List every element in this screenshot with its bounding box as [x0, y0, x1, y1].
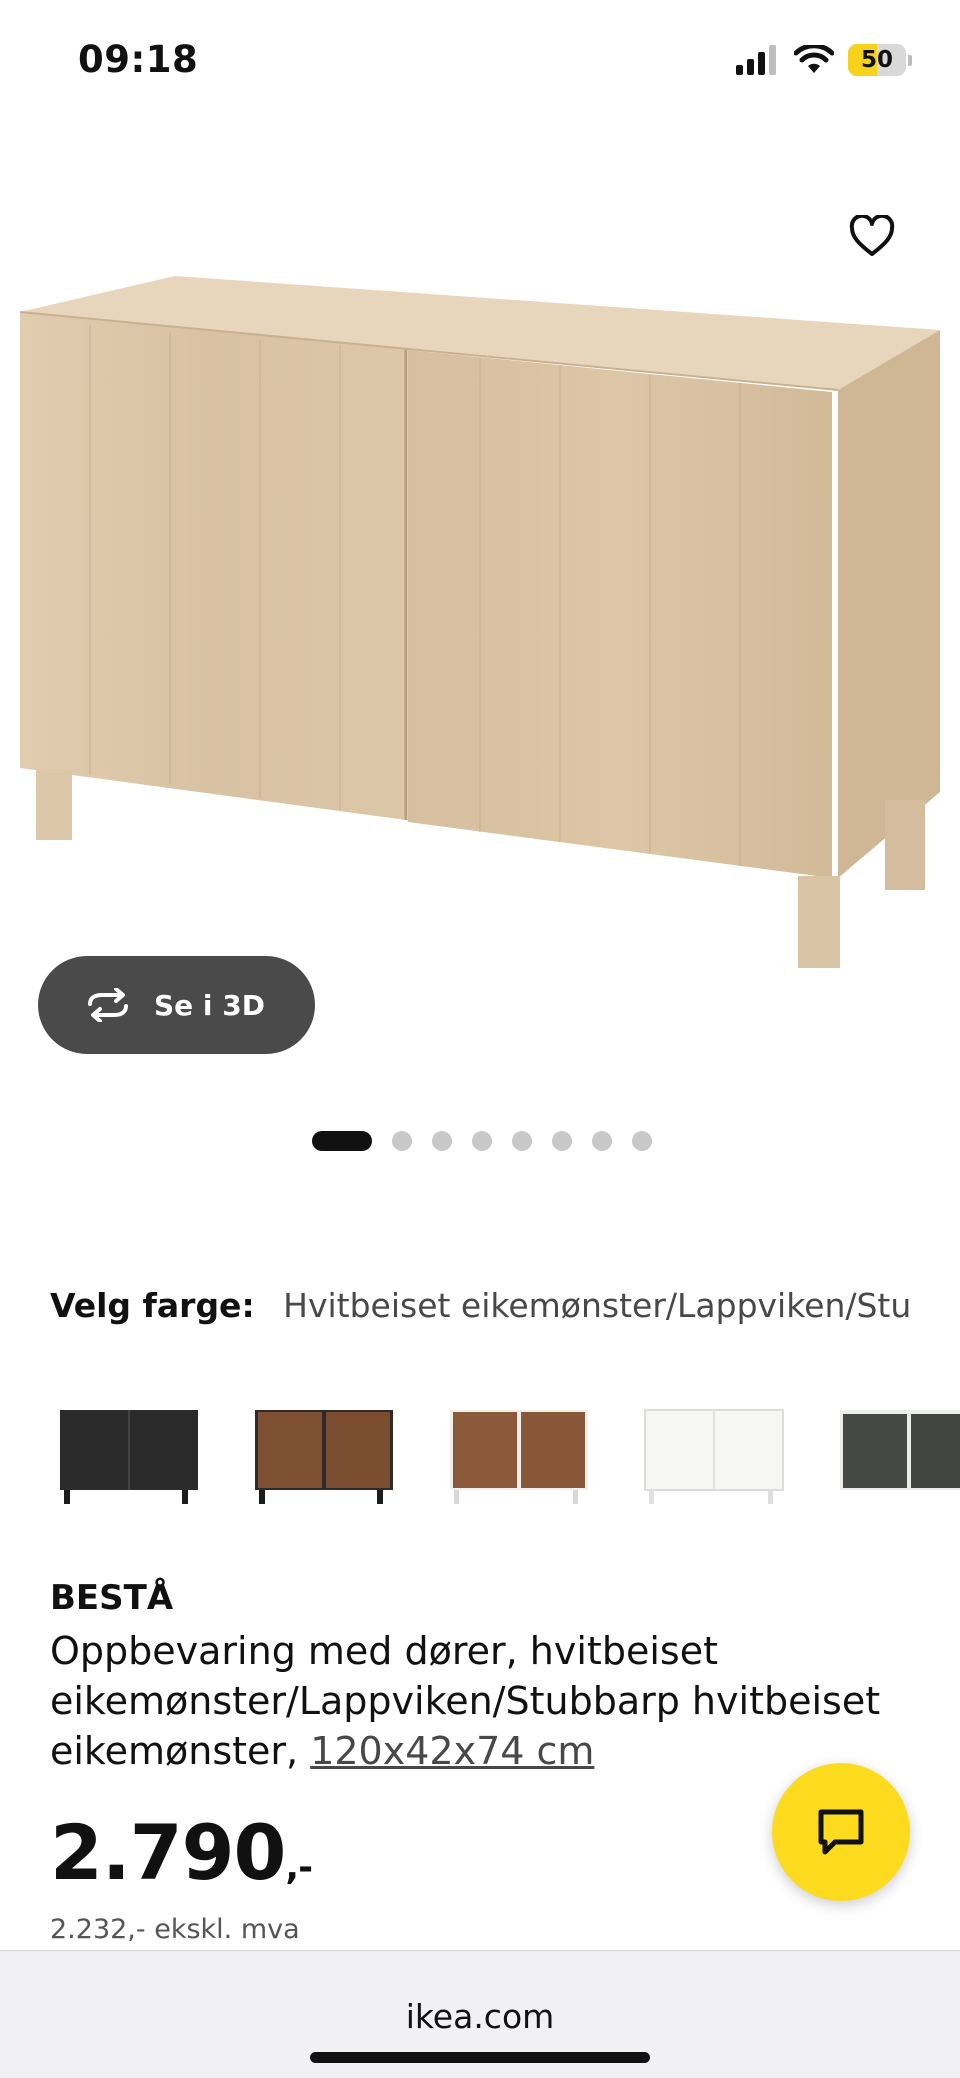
battery-icon: 50	[848, 44, 912, 76]
status-bar: 09:18 50	[0, 0, 960, 120]
browser-url-bar[interactable]: ikea.com	[0, 1950, 960, 2078]
color-swatch-white[interactable]	[625, 1382, 795, 1532]
price-ex-vat: 2.232,- ekskl. mva	[50, 1914, 300, 1945]
cellular-signal-icon	[736, 45, 776, 75]
product-name: BESTÅ	[50, 1578, 174, 1618]
color-swatch-black[interactable]	[40, 1382, 210, 1532]
carousel-dot-7[interactable]	[592, 1131, 612, 1151]
carousel-dot-2[interactable]	[392, 1131, 412, 1151]
home-indicator[interactable]	[310, 2052, 650, 2063]
product-size-link[interactable]: 120x42x74 cm	[310, 1729, 594, 1773]
sideboard-thumbnail-walnut-black	[255, 1410, 393, 1504]
color-label: Velg farge:	[50, 1286, 255, 1325]
heart-icon	[849, 215, 895, 256]
carousel-dot-6[interactable]	[552, 1131, 572, 1151]
rotate-3d-icon	[88, 988, 128, 1022]
sideboard-thumbnail-dark-grey	[840, 1410, 960, 1490]
image-carousel-pager[interactable]	[312, 1131, 652, 1151]
battery-percent: 50	[860, 47, 893, 73]
price-suffix: ,-	[285, 1847, 313, 1888]
color-swatch-walnut-white[interactable]	[430, 1382, 600, 1532]
status-time: 09:18	[78, 38, 199, 81]
view-in-3d-button[interactable]: Se i 3D	[38, 956, 315, 1054]
sideboard-thumbnail-white	[644, 1409, 784, 1504]
carousel-dot-5[interactable]	[512, 1131, 532, 1151]
carousel-dot-4[interactable]	[472, 1131, 492, 1151]
color-swatches	[40, 1382, 960, 1532]
color-value: Hvitbeiset eikemønster/Lappviken/Stu...	[283, 1286, 910, 1325]
sideboard-thumbnail-black	[60, 1410, 198, 1504]
carousel-dot-8[interactable]	[632, 1131, 652, 1151]
sideboard-thumbnail-walnut-white	[450, 1410, 588, 1504]
carousel-dot-1[interactable]	[312, 1131, 372, 1151]
url-text[interactable]: ikea.com	[0, 1997, 960, 2036]
price-amount: 2.790	[50, 1808, 286, 1897]
chat-icon	[818, 1809, 864, 1855]
color-selector[interactable]: Velg farge: Hvitbeiset eikemønster/Lappv…	[50, 1286, 910, 1325]
product-price: 2.790,-	[50, 1808, 313, 1897]
favorite-button[interactable]	[840, 204, 904, 268]
carousel-dot-3[interactable]	[432, 1131, 452, 1151]
color-swatch-dark-grey[interactable]	[820, 1382, 960, 1532]
product-description: Oppbevaring med dører, hvitbeiset eikemø…	[50, 1626, 890, 1776]
chat-button[interactable]	[772, 1763, 910, 1901]
status-icons: 50	[736, 42, 912, 78]
wifi-icon	[794, 45, 834, 73]
view-in-3d-label: Se i 3D	[154, 988, 265, 1022]
color-swatch-walnut-black[interactable]	[235, 1382, 405, 1532]
